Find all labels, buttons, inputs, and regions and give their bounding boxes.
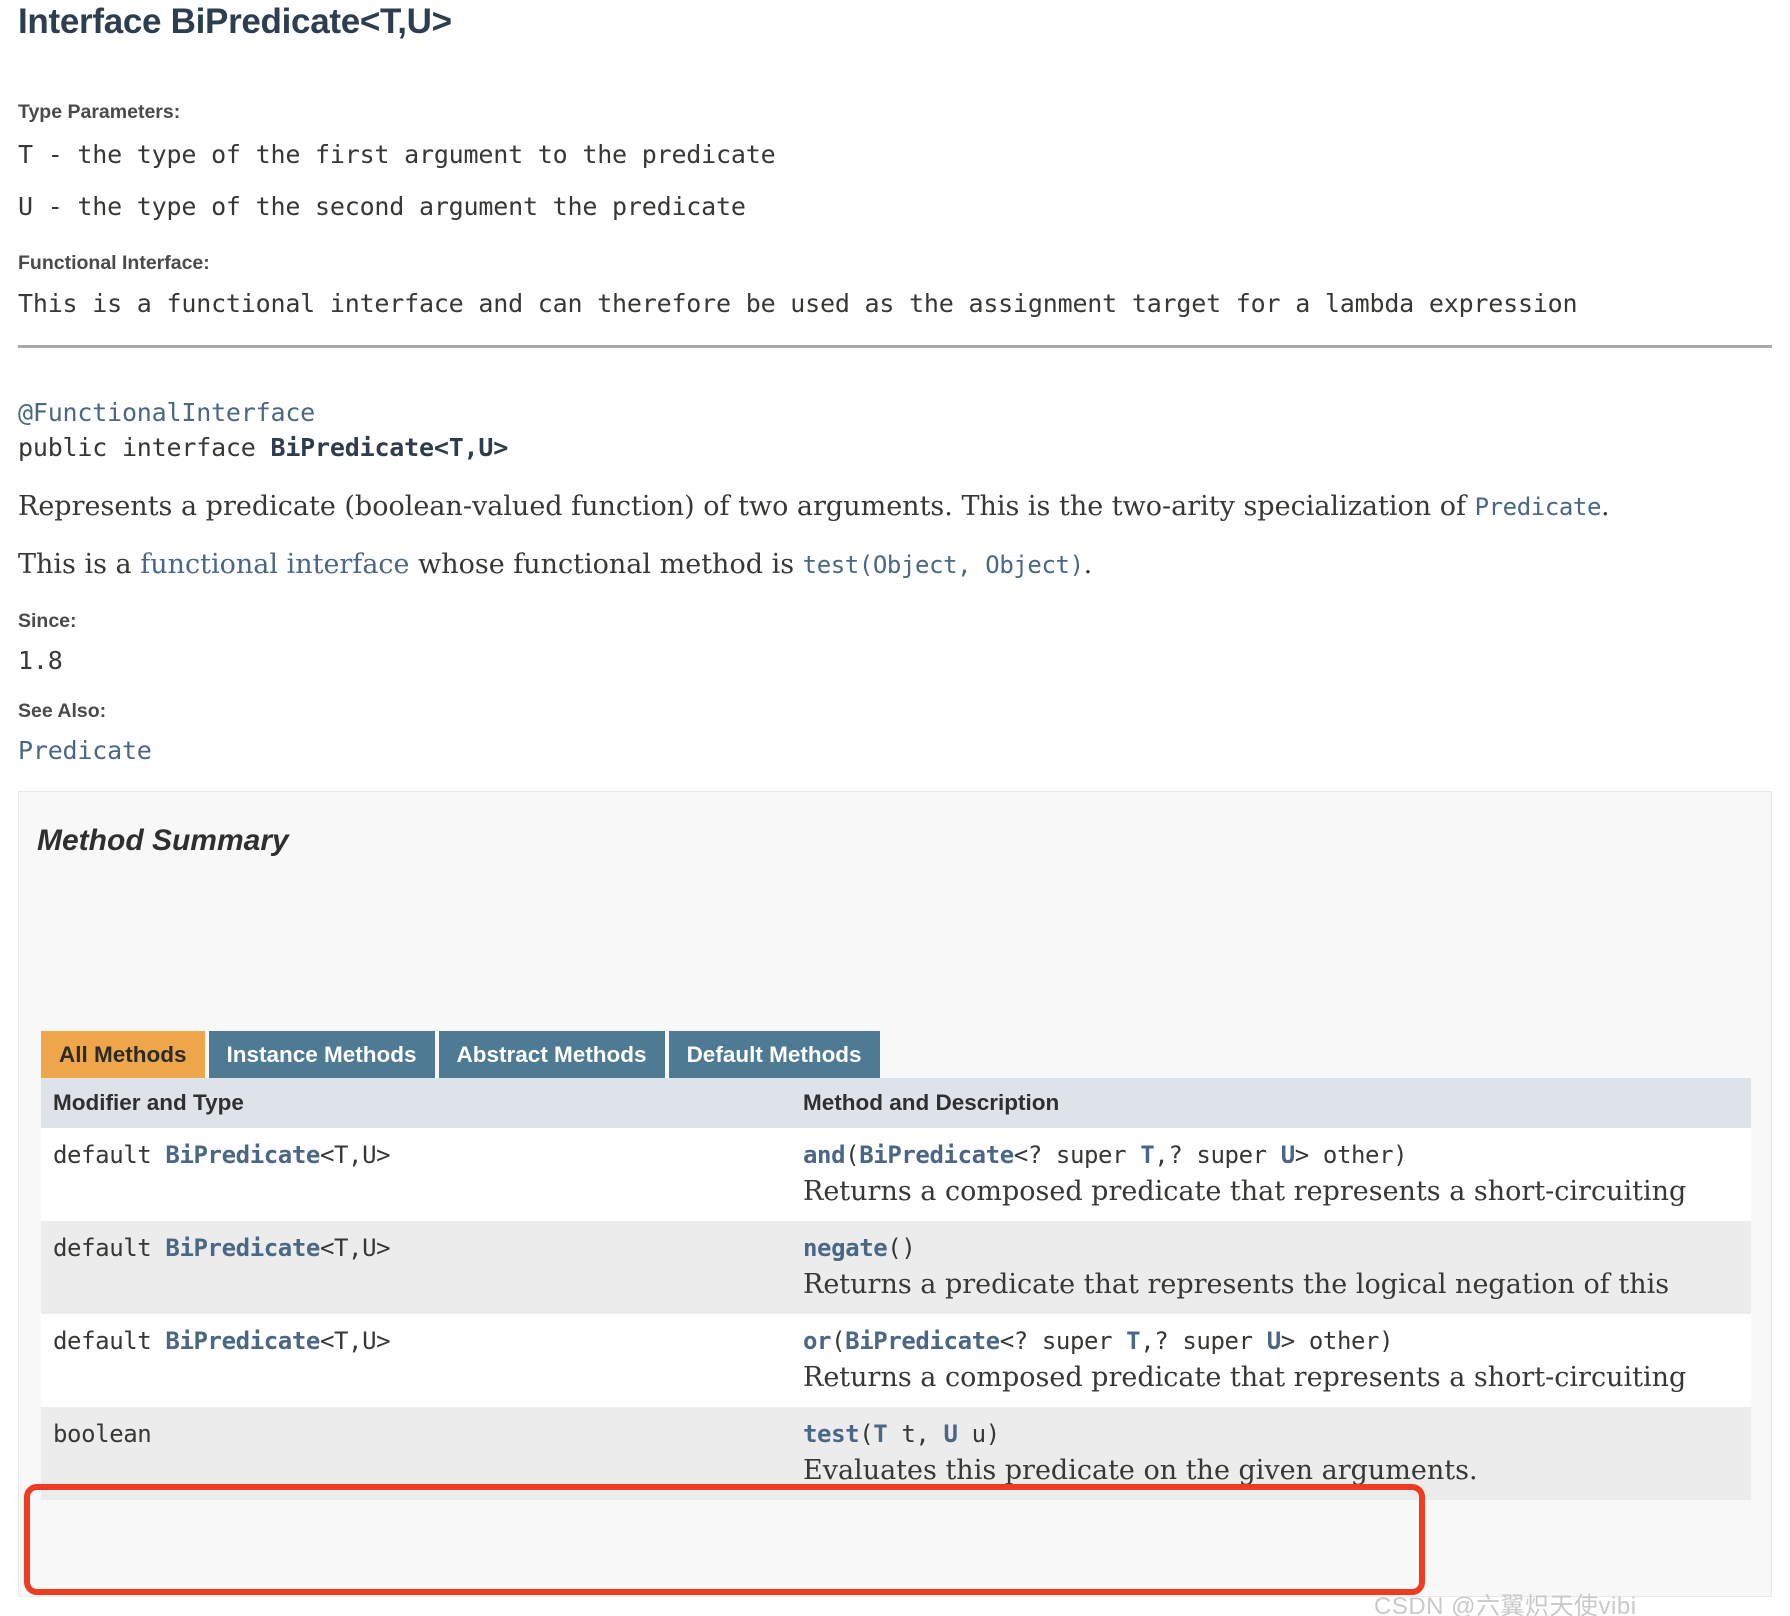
table-row: default BiPredicate<T,U> and(BiPredicate… — [41, 1128, 1751, 1221]
description-p2-before: This is a — [18, 549, 141, 580]
row3-sig-part3: u) — [957, 1420, 1001, 1448]
declaration-modifiers: public interface — [18, 433, 271, 462]
row2-sig-tp2[interactable]: U — [1267, 1327, 1281, 1355]
since-value: 1.8 — [18, 646, 63, 675]
tab-abstract-methods[interactable]: Abstract Methods — [438, 1031, 665, 1078]
description-p2-after: . — [1083, 549, 1093, 580]
method-filter-tabs: All Methods Instance Methods Abstract Me… — [41, 1031, 884, 1078]
javadoc-page: Interface BiPredicate<T,U> Type Paramete… — [0, 0, 1790, 1616]
see-also-predicate-link[interactable]: Predicate — [18, 736, 152, 765]
row0-description: Returns a composed predicate that repres… — [803, 1176, 1687, 1207]
row2-sig-part2: ,? super — [1140, 1327, 1267, 1355]
test-method-link[interactable]: test(Object, Object) — [803, 551, 1084, 579]
row2-sig-part1: <? super — [999, 1327, 1127, 1355]
table-row: default BiPredicate<T,U> negate() Return… — [41, 1221, 1751, 1314]
row2-modifier: default — [53, 1327, 166, 1355]
row2-sig-link[interactable]: BiPredicate — [845, 1327, 1000, 1355]
method-desc-cell: test(T t, U u) Evaluates this predicate … — [791, 1407, 1751, 1500]
row0-type-link[interactable]: BiPredicate — [165, 1141, 320, 1169]
table-row: default BiPredicate<T,U> or(BiPredicate<… — [41, 1314, 1751, 1407]
row2-description: Returns a composed predicate that repres… — [803, 1362, 1687, 1393]
row2-method-name[interactable]: or — [803, 1327, 832, 1355]
tab-instance-methods[interactable]: Instance Methods — [208, 1031, 435, 1078]
since-label: Since: — [18, 610, 77, 632]
tab-default-methods[interactable]: Default Methods — [668, 1031, 880, 1078]
row2-sig-open: ( — [831, 1327, 846, 1355]
row3-method-name[interactable]: test — [803, 1420, 860, 1448]
row0-modifier: default — [53, 1141, 166, 1169]
section-divider — [18, 345, 1772, 348]
row1-sig-part3: ) — [901, 1234, 916, 1262]
functional-interface-text: This is a functional interface and can t… — [18, 289, 1578, 318]
row1-description: Returns a predicate that represents the … — [803, 1269, 1670, 1300]
type-parameters-label: Type Parameters: — [18, 101, 181, 123]
method-type-cell: boolean — [41, 1407, 791, 1500]
functional-interface-label: Functional Interface: — [18, 252, 210, 274]
method-summary-table: Modifier and Type Method and Description… — [41, 1078, 1751, 1500]
row3-description: Evaluates this predicate on the given ar… — [803, 1455, 1478, 1486]
row0-type-suffix: <T,U> — [319, 1141, 391, 1169]
type-parameter-u: U - the type of the second argument the … — [18, 192, 746, 221]
row3-sig-tp1[interactable]: T — [873, 1420, 887, 1448]
see-also-label: See Also: — [18, 700, 107, 722]
row3-modifier: boolean — [53, 1420, 152, 1448]
row0-sig-tp2[interactable]: U — [1281, 1141, 1295, 1169]
row2-type-suffix: <T,U> — [319, 1327, 391, 1355]
functional-interface-annotation: @FunctionalInterface — [18, 398, 316, 427]
tab-all-methods[interactable]: All Methods — [41, 1031, 205, 1078]
method-desc-cell: and(BiPredicate<? super T,? super U> oth… — [791, 1128, 1751, 1221]
csdn-watermark: CSDN @六翼炽天使vibi — [1374, 1593, 1637, 1616]
row1-type-suffix: <T,U> — [319, 1234, 391, 1262]
method-type-cell: default BiPredicate<T,U> — [41, 1314, 791, 1407]
row1-method-name[interactable]: negate — [803, 1234, 888, 1262]
row1-sig-open: ( — [887, 1234, 902, 1262]
description-p1-period: . — [1601, 491, 1610, 522]
row3-sig-tp2[interactable]: U — [944, 1420, 958, 1448]
row0-method-name[interactable]: and — [803, 1141, 846, 1169]
interface-declaration: public interface BiPredicate<T,U> — [18, 433, 508, 462]
column-header-method-and-description: Method and Description — [791, 1078, 1751, 1128]
description-p1-text: Represents a predicate (boolean-valued f… — [18, 491, 1475, 522]
row1-type-link[interactable]: BiPredicate — [165, 1234, 320, 1262]
predicate-link[interactable]: Predicate — [1475, 493, 1602, 521]
table-row-highlighted: boolean test(T t, U u) Evaluates this pr… — [41, 1407, 1751, 1500]
row0-sig-link[interactable]: BiPredicate — [859, 1141, 1014, 1169]
row0-sig-part2: ,? super — [1154, 1141, 1281, 1169]
method-desc-cell: negate() Returns a predicate that repres… — [791, 1221, 1751, 1314]
row2-sig-tp1[interactable]: T — [1126, 1327, 1140, 1355]
row2-sig-part3: > other) — [1280, 1327, 1394, 1355]
table-header-row: Modifier and Type Method and Description — [41, 1078, 1751, 1128]
description-p2-mid: whose functional method is — [409, 549, 803, 580]
method-desc-cell: or(BiPredicate<? super T,? super U> othe… — [791, 1314, 1751, 1407]
row3-sig-part2: t, — [887, 1420, 944, 1448]
row0-sig-open: ( — [845, 1141, 860, 1169]
description-paragraph-2: This is a functional interface whose fun… — [18, 549, 1092, 580]
page-title: Interface BiPredicate<T,U> — [18, 2, 452, 41]
row0-sig-tp1[interactable]: T — [1140, 1141, 1154, 1169]
type-parameter-t: T - the type of the first argument to th… — [18, 140, 776, 169]
row2-type-link[interactable]: BiPredicate — [165, 1327, 320, 1355]
row3-sig-open: ( — [859, 1420, 874, 1448]
method-type-cell: default BiPredicate<T,U> — [41, 1221, 791, 1314]
row0-sig-part1: <? super — [1013, 1141, 1141, 1169]
description-paragraph-1: Represents a predicate (boolean-valued f… — [18, 491, 1610, 522]
column-header-modifier-and-type: Modifier and Type — [41, 1078, 791, 1128]
declaration-name: BiPredicate<T,U> — [270, 433, 509, 462]
method-type-cell: default BiPredicate<T,U> — [41, 1128, 791, 1221]
row0-sig-part3: > other) — [1294, 1141, 1408, 1169]
method-summary-heading: Method Summary — [37, 824, 289, 857]
functional-interface-link[interactable]: functional interface — [140, 549, 409, 580]
row1-modifier: default — [53, 1234, 166, 1262]
